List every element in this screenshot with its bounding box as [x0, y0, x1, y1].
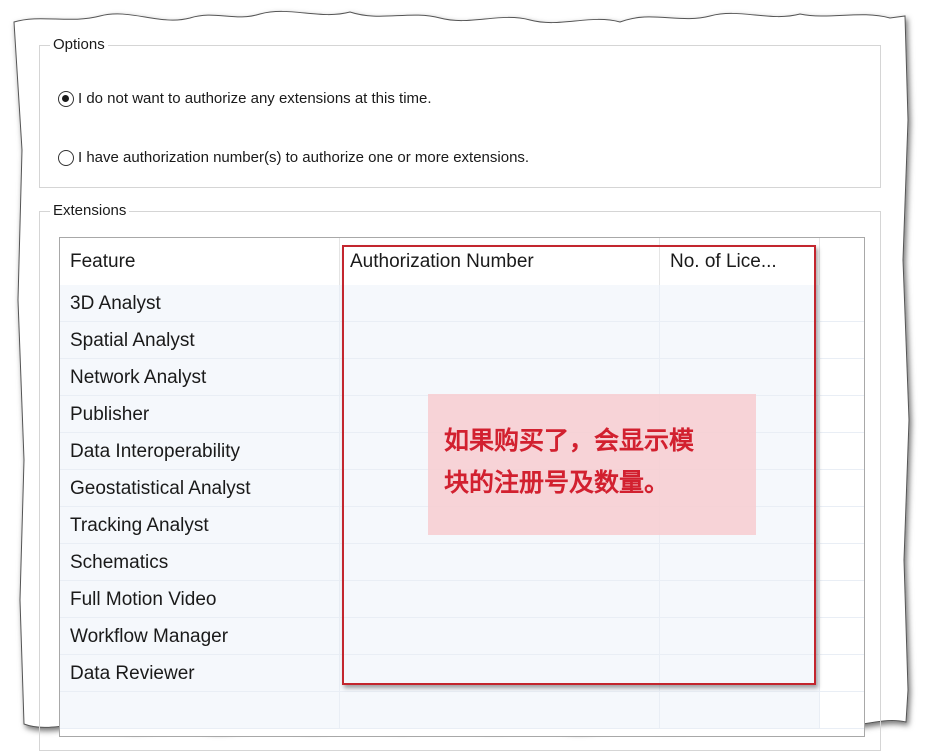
feature-cell: Data Interoperability [60, 433, 340, 470]
feature-cell: Workflow Manager [60, 618, 340, 655]
empty-cell [660, 692, 820, 729]
filler-cell [820, 433, 864, 470]
empty-cell [340, 692, 660, 729]
feature-cell: Geostatistical Analyst [60, 470, 340, 507]
feature-cell: 3D Analyst [60, 285, 340, 322]
feature-cell: Data Reviewer [60, 655, 340, 692]
feature-cell: Spatial Analyst [60, 322, 340, 359]
column-header-filler [820, 238, 864, 285]
filler-cell [820, 359, 864, 396]
filler-cell [820, 581, 864, 618]
filler-cell [820, 655, 864, 692]
feature-cell: Schematics [60, 544, 340, 581]
filler-cell [820, 544, 864, 581]
annotation-line-1: 如果购买了，会显示模 [444, 426, 695, 455]
feature-cell: Tracking Analyst [60, 507, 340, 544]
filler-cell [820, 618, 864, 655]
filler-cell [820, 470, 864, 507]
radio-no-authorize[interactable] [58, 91, 74, 107]
filler-cell [820, 507, 864, 544]
column-header-feature[interactable]: Feature [60, 238, 340, 285]
filler-cell [820, 692, 864, 729]
empty-row [60, 692, 864, 729]
feature-cell: Full Motion Video [60, 581, 340, 618]
radio-have-numbers[interactable] [58, 150, 74, 166]
feature-cell: Network Analyst [60, 359, 340, 396]
radio-no-authorize-label: I do not want to authorize any extension… [78, 90, 432, 107]
feature-cell: Publisher [60, 396, 340, 433]
radio-no-authorize-row[interactable]: I do not want to authorize any extension… [58, 90, 432, 108]
annotation-callout: 如果购买了，会显示模 块的注册号及数量。 [428, 394, 756, 535]
filler-cell [820, 396, 864, 433]
options-legend: Options [50, 36, 108, 54]
filler-cell [820, 285, 864, 322]
radio-have-numbers-row[interactable]: I have authorization number(s) to author… [58, 149, 529, 167]
annotation-line-2: 块的注册号及数量。 [444, 468, 670, 497]
filler-cell [820, 322, 864, 359]
extensions-legend: Extensions [50, 202, 130, 220]
authorization-dialog: Options I do not want to authorize any e… [0, 0, 925, 753]
empty-cell [60, 692, 340, 729]
radio-have-numbers-label: I have authorization number(s) to author… [78, 149, 530, 166]
